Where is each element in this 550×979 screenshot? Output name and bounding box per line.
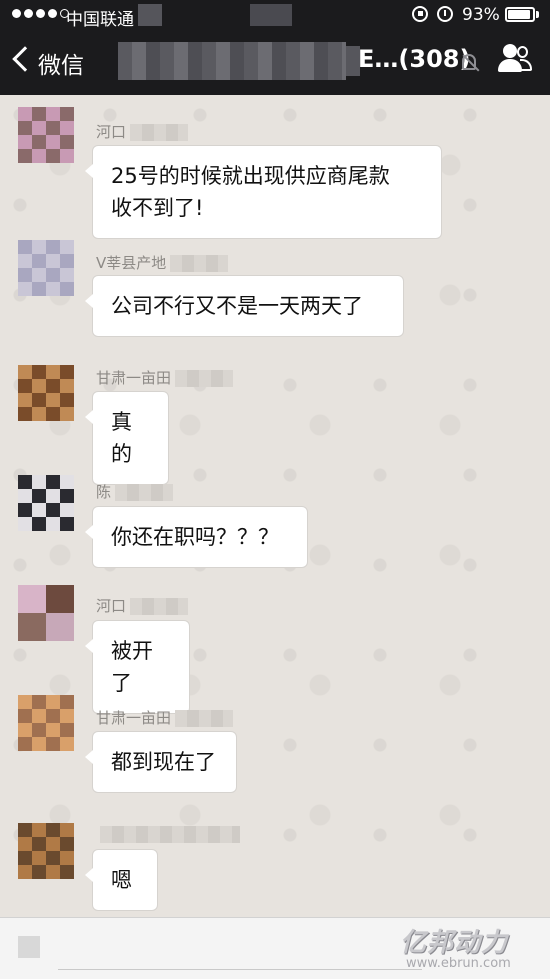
watermark: 亿邦动力 www.ebrun.com xyxy=(400,922,550,976)
sender-label: 陈 xyxy=(96,483,112,501)
sender-name: 河口 xyxy=(96,121,189,142)
nav-bar: 微信 E…(308) xyxy=(0,30,550,95)
avatar[interactable] xyxy=(18,240,74,296)
message-bubble[interactable]: 真的 xyxy=(85,391,169,485)
sender-name xyxy=(96,825,240,843)
message-bubble[interactable]: 25号的时候就出现供应商尾款 收不到了! xyxy=(85,145,442,239)
top-bar: 中国联通 93% 微信 E…(308) xyxy=(0,0,550,95)
message-bubble[interactable]: 都到现在了 xyxy=(85,731,237,793)
sender-name: 甘肃一亩田 xyxy=(96,707,234,728)
avatar[interactable] xyxy=(18,365,74,421)
avatar[interactable] xyxy=(18,107,74,163)
message-bubble[interactable]: 你还在职吗？？？ xyxy=(85,506,308,568)
watermark-logo: 亿邦动力 xyxy=(400,928,509,958)
blurred-title xyxy=(118,42,346,80)
battery-level-fill xyxy=(508,10,530,19)
chevron-left-icon xyxy=(12,46,38,72)
message-text: 你还在职吗？？？ xyxy=(111,525,279,549)
message-text: 真的 xyxy=(111,410,132,466)
battery-tip xyxy=(536,11,539,18)
avatar[interactable] xyxy=(18,823,74,879)
avatar[interactable] xyxy=(18,695,74,751)
input-bar: 亿邦动力 www.ebrun.com xyxy=(0,917,550,979)
message-bubble[interactable]: 嗯 xyxy=(85,849,158,911)
message-text: 嗯 xyxy=(111,868,132,892)
message-bubble[interactable]: 被开了 xyxy=(85,620,190,714)
blurred-region xyxy=(138,4,162,26)
message-text: 都到现在了 xyxy=(111,750,216,774)
sender-name: 甘肃一亩田 xyxy=(96,367,234,388)
watermark-url: www.ebrun.com xyxy=(406,956,511,971)
rotation-lock-icon xyxy=(412,6,428,22)
chat-title: E…(308) xyxy=(358,45,471,73)
avatar[interactable] xyxy=(18,475,74,531)
back-label: 微信 xyxy=(38,53,84,79)
alarm-icon xyxy=(437,6,453,22)
mute-bell-icon xyxy=(462,54,476,70)
blurred-region xyxy=(250,4,292,26)
message-text: 25号的时候就出现供应商尾款 xyxy=(111,164,390,188)
carrier-name: 中国联通 xyxy=(66,10,134,30)
sender-name: V莘县产地 xyxy=(96,252,229,273)
group-members-icon[interactable] xyxy=(498,44,532,74)
status-bar: 中国联通 93% xyxy=(0,0,550,30)
message-text: 被开了 xyxy=(111,639,153,695)
sender-label: V莘县产地 xyxy=(96,254,167,272)
sender-label: 甘肃一亩田 xyxy=(96,369,172,387)
sender-name: 陈 xyxy=(96,481,174,502)
message-text: 公司不行又不是一天两天了 xyxy=(111,294,363,318)
voice-input-icon[interactable] xyxy=(18,936,40,958)
sender-label: 甘肃一亩田 xyxy=(96,709,172,727)
avatar[interactable] xyxy=(18,585,74,641)
message-input[interactable] xyxy=(58,927,422,970)
battery-icon xyxy=(505,7,535,22)
back-button[interactable]: 微信 xyxy=(0,30,100,95)
sender-name: 河口 xyxy=(96,595,189,616)
chat-message-list[interactable]: 河口 25号的时候就出现供应商尾款 收不到了! V莘县产地 公司不行又不是一天两… xyxy=(0,95,550,917)
sender-label: 河口 xyxy=(96,597,127,615)
message-bubble[interactable]: 公司不行又不是一天两天了 xyxy=(85,275,404,337)
signal-strength-icon xyxy=(12,9,69,18)
sender-label: 河口 xyxy=(96,123,127,141)
battery-percentage: 93% xyxy=(462,5,500,25)
message-text: 收不到了! xyxy=(111,196,204,220)
